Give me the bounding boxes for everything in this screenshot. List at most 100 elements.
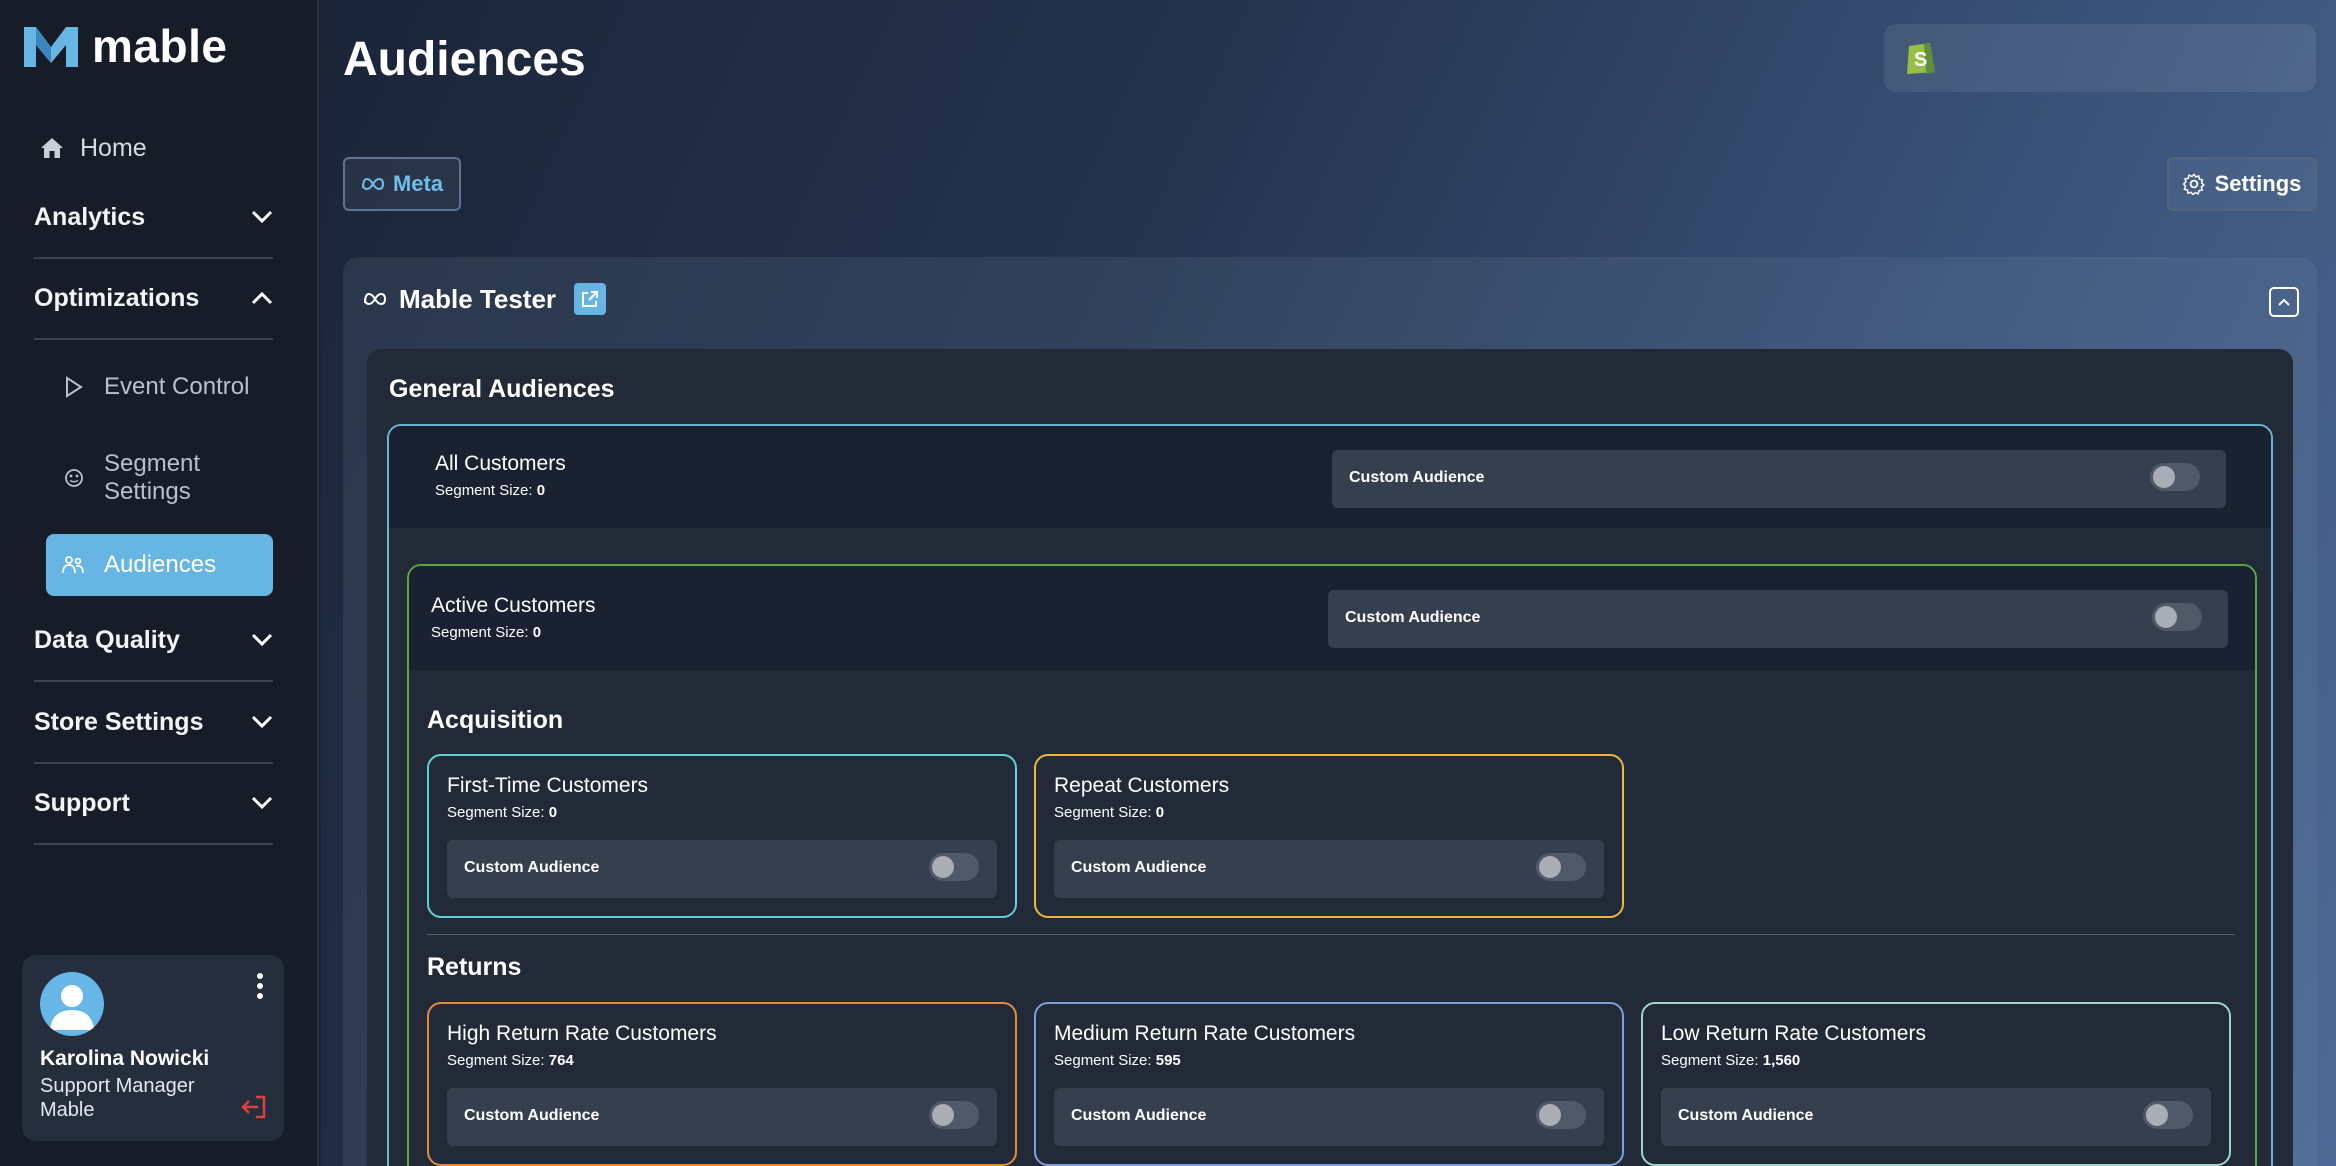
segment-name: High Return Rate Customers (447, 1022, 717, 1045)
custom-audience-toggle[interactable] (1536, 1101, 1586, 1129)
custom-audience-label: Custom Audience (1678, 1107, 1814, 1124)
segment-size-value: 1,560 (1762, 1052, 1801, 1069)
sidebar-group-label: Analytics (34, 202, 146, 231)
custom-audience-label: Custom Audience (464, 859, 600, 876)
segment-size-label: Segment Size: (1054, 804, 1152, 821)
repeat-customers-card: Repeat Customers Segment Size: 0 Custom … (1034, 754, 1624, 918)
chevron-up-icon (2278, 298, 2290, 306)
segment-size-value: 0 (1155, 804, 1165, 821)
segment-size: Segment Size: 0 (435, 482, 545, 499)
medium-return-rate-card: Medium Return Rate Customers Segment Siz… (1034, 1002, 1624, 1166)
sidebar-item-label: Event Control (104, 373, 250, 400)
custom-audience-toggle-row: Custom Audience (1661, 1088, 2211, 1146)
page-title: Audiences (343, 33, 586, 86)
sidebar-group-label: Support (34, 788, 130, 817)
segment-size: Segment Size: 1,560 (1661, 1052, 1800, 1069)
logout-icon[interactable] (240, 1093, 268, 1121)
main-content: Audiences S Meta Settings Mable Tester G… (321, 0, 2336, 1166)
segment-name: Active Customers (431, 594, 596, 617)
sidebar-item-segment-settings[interactable]: Segment Settings (64, 450, 214, 506)
section-title: General Audiences (389, 375, 615, 403)
sidebar-group-label: Data Quality (34, 625, 180, 654)
mable-logo[interactable]: mable (22, 20, 227, 72)
sidebar-group-support[interactable]: Support (34, 763, 273, 845)
section-divider (427, 934, 2235, 935)
all-customers-row: All Customers Segment Size: 0 Custom Aud… (389, 426, 2271, 528)
collapse-button[interactable] (2269, 287, 2299, 317)
custom-audience-toggle-row: Custom Audience (447, 1088, 997, 1146)
sidebar-group-store-settings[interactable]: Store Settings (34, 682, 273, 764)
external-link-icon[interactable] (574, 283, 607, 315)
custom-audience-label: Custom Audience (1071, 1107, 1207, 1124)
sidebar-group-label: Store Settings (34, 707, 204, 736)
segment-size: Segment Size: 0 (1054, 804, 1164, 821)
low-return-rate-card: Low Return Rate Customers Segment Size: … (1641, 1002, 2231, 1166)
user-name: Karolina Nowicki (40, 1047, 210, 1070)
ad-account-panel: Mable Tester General Audiences All Custo… (343, 257, 2317, 1166)
mable-logo-icon (24, 27, 78, 67)
avatar[interactable] (40, 972, 104, 1036)
all-customers-group: All Customers Segment Size: 0 Custom Aud… (387, 424, 2273, 1166)
user-card: Karolina Nowicki Support Manager Mable (22, 955, 284, 1141)
sidebar-group-data-quality[interactable]: Data Quality (34, 600, 273, 682)
tab-meta[interactable]: Meta (343, 157, 461, 211)
custom-audience-toggle-row: Custom Audience (447, 840, 997, 898)
sidebar-item-event-control[interactable]: Event Control (64, 373, 249, 401)
play-icon (66, 376, 83, 398)
active-customers-group: Active Customers Segment Size: 0 Custom … (407, 564, 2257, 1166)
segment-name: First-Time Customers (447, 774, 649, 797)
segment-size-label: Segment Size: (435, 482, 533, 499)
segment-size-label: Segment Size: (447, 804, 545, 821)
custom-audience-toggle[interactable] (929, 1101, 979, 1129)
segment-size-label: Segment Size: (1054, 1052, 1152, 1069)
sidebar-item-label: Segment Settings (104, 450, 201, 505)
chevron-down-icon (251, 629, 273, 651)
meta-icon (364, 292, 387, 306)
shopify-icon: S (1907, 43, 1935, 74)
custom-audience-toggle[interactable] (929, 853, 979, 881)
home-icon (41, 138, 63, 158)
user-icon (50, 985, 94, 1030)
sidebar-item-audiences[interactable]: Audiences (46, 534, 273, 596)
custom-audience-toggle-row: Custom Audience (1332, 450, 2226, 508)
chevron-down-icon (251, 711, 273, 733)
segment-icon (65, 469, 83, 487)
segment-size-label: Segment Size: (447, 1052, 545, 1069)
user-role: Support Manager (40, 1075, 195, 1097)
more-vertical-icon[interactable] (254, 971, 266, 1001)
custom-audience-toggle[interactable] (2143, 1101, 2193, 1129)
segment-size-label: Segment Size: (1661, 1052, 1759, 1069)
tab-label: Meta (392, 171, 444, 196)
segment-size: Segment Size: 764 (447, 1052, 574, 1069)
custom-audience-toggle-row: Custom Audience (1054, 1088, 1604, 1146)
sidebar-group-optimizations[interactable]: Optimizations (34, 258, 273, 340)
settings-button[interactable]: Settings (2167, 157, 2317, 211)
custom-audience-toggle[interactable] (2152, 603, 2202, 631)
sidebar-item-home[interactable]: Home (40, 128, 147, 168)
sidebar-group-analytics[interactable]: Analytics (34, 177, 273, 259)
sidebar-item-label: Home (80, 133, 147, 162)
chevron-down-icon (251, 206, 273, 228)
segment-size-label: Segment Size: (431, 624, 529, 641)
segment-size-value: 0 (536, 482, 546, 499)
custom-audience-toggle-row: Custom Audience (1328, 590, 2228, 648)
segment-size: Segment Size: 0 (447, 804, 557, 821)
gear-icon (2182, 173, 2205, 195)
high-return-rate-card: High Return Rate Customers Segment Size:… (427, 1002, 1017, 1166)
store-selector[interactable]: S (1884, 24, 2316, 92)
ad-account-name: Mable Tester (399, 283, 557, 314)
custom-audience-toggle[interactable] (2150, 463, 2200, 491)
active-customers-row: Active Customers Segment Size: 0 Custom … (409, 566, 2255, 670)
sidebar-item-label: Audiences (104, 551, 217, 578)
sidebar: mable Home Analytics Optimizations Event… (0, 0, 319, 1166)
custom-audience-label: Custom Audience (1349, 469, 1485, 486)
segment-size-value: 595 (1155, 1052, 1181, 1069)
custom-audience-toggle[interactable] (1536, 853, 1586, 881)
segment-name: All Customers (435, 452, 566, 475)
svg-text:S: S (1914, 49, 1927, 71)
chevron-up-icon (251, 287, 273, 309)
section-title: Returns (427, 953, 522, 981)
segment-name: Low Return Rate Customers (1661, 1022, 1926, 1045)
segment-size: Segment Size: 0 (431, 624, 541, 641)
segment-size-value: 764 (548, 1052, 574, 1069)
